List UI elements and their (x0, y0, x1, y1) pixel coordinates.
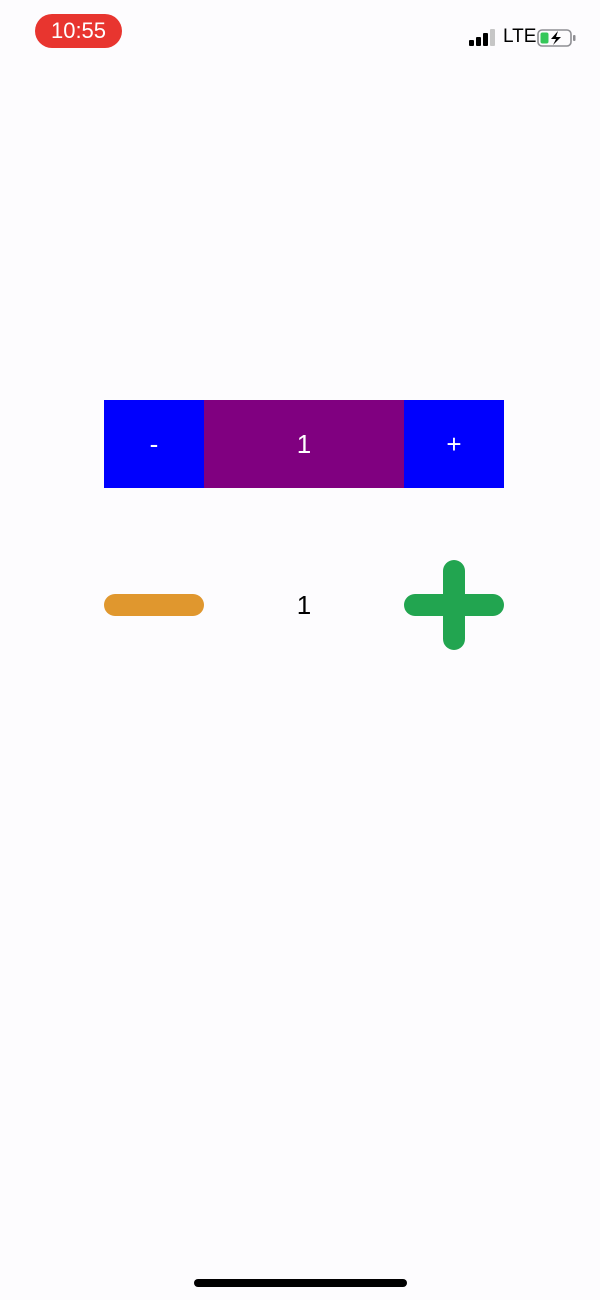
minus-icon[interactable] (104, 594, 204, 616)
increment-button[interactable]: + (404, 400, 504, 488)
battery-charging-icon (537, 29, 576, 47)
network-type-label: LTE (503, 26, 537, 47)
decrement-button[interactable]: - (104, 400, 204, 488)
counter-value: 1 (296, 590, 312, 620)
status-time: 10:55 (35, 14, 122, 48)
plus-icon[interactable] (404, 560, 504, 650)
stepper-value: 1 (204, 400, 404, 488)
signal-bars-icon (469, 28, 497, 46)
home-indicator[interactable] (194, 1279, 407, 1287)
icon-stepper: 1 (104, 560, 504, 650)
status-bar: 10:55 LTE (0, 0, 600, 64)
colored-stepper: - 1 + (104, 400, 504, 488)
